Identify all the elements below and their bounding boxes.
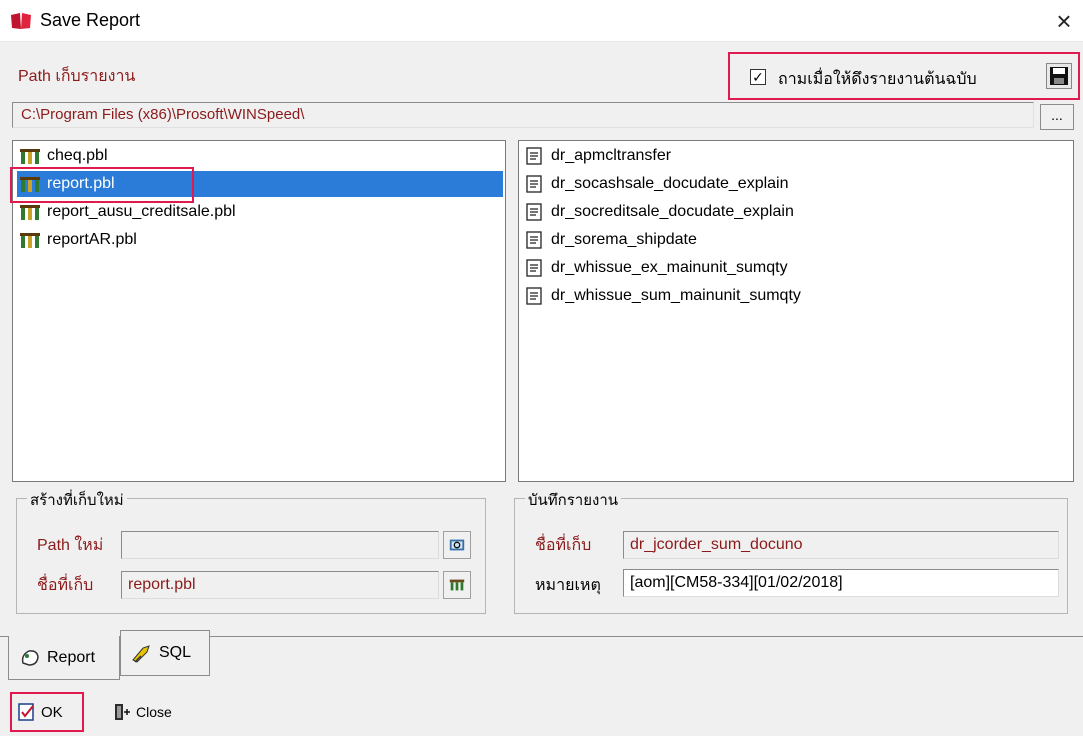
ok-button[interactable]: OK [10, 692, 84, 732]
save-report-title: บันทึกรายงาน [525, 488, 622, 512]
floppy-disk-icon [1050, 67, 1068, 85]
new-location-group: สร้างที่เก็บใหม่ Path ใหม่ ชื่อที่เก็บ r… [16, 488, 486, 614]
new-name-label: ชื่อที่เก็บ [37, 577, 94, 594]
pbl-library-icon [20, 149, 40, 164]
library-item[interactable]: report.pbl [17, 171, 503, 197]
save-report-group: บันทึกรายงาน ชื่อที่เก็บ dr_jcorder_sum_… [514, 488, 1068, 614]
report-item-label: dr_apmcltransfer [551, 147, 672, 164]
ok-label: OK [41, 703, 63, 721]
report-book-icon [11, 13, 31, 29]
report-item[interactable]: dr_sorema_shipdate [523, 227, 697, 253]
report-item-label: dr_whissue_sum_mainunit_sumqty [551, 287, 801, 304]
report-item[interactable]: dr_socreditsale_docudate_explain [523, 199, 794, 225]
report-item[interactable]: dr_socashsale_docudate_explain [523, 171, 789, 197]
library-item[interactable]: reportAR.pbl [17, 227, 503, 253]
ask-original-option: ✓ ถามเมื่อให้ดึงรายงานต้นฉบับ [728, 52, 1080, 100]
pbl-library-icon [20, 233, 40, 248]
report-name-label: ชื่อที่เก็บ [535, 537, 592, 554]
report-item-label: dr_socreditsale_docudate_explain [551, 203, 794, 220]
folder-search-icon [449, 539, 465, 551]
tab-report-label: Report [47, 648, 96, 666]
report-item[interactable]: dr_apmcltransfer [523, 143, 671, 169]
datawindow-icon [526, 231, 542, 249]
report-item-label: dr_whissue_ex_mainunit_sumqty [551, 259, 788, 276]
report-list[interactable]: dr_apmcltransfer dr_socashsale_docudate_e… [518, 140, 1074, 482]
browse-folder-button[interactable] [443, 531, 471, 559]
report-name-input[interactable]: dr_jcorder_sum_docuno [623, 531, 1059, 559]
datawindow-icon [526, 147, 542, 165]
browse-path-button[interactable]: ... [1040, 104, 1074, 130]
path-label: Path เก็บรายงาน [18, 68, 136, 85]
pbl-library-icon [20, 205, 40, 220]
sql-tab-icon [132, 645, 150, 663]
library-item-label: report.pbl [47, 175, 115, 192]
note-label: หมายเหตุ [535, 577, 601, 594]
note-input[interactable]: [aom][CM58-334][01/02/2018] [623, 569, 1059, 597]
library-list[interactable]: cheq.pbl report.pbl report_ausu_creditsale… [12, 140, 506, 482]
pbl-library-icon [20, 177, 40, 192]
ask-original-checkbox[interactable]: ✓ [750, 69, 766, 85]
library-item-label: cheq.pbl [47, 147, 108, 164]
library-item-label: report_ausu_creditsale.pbl [47, 203, 236, 220]
library-picker-button[interactable] [443, 571, 471, 599]
window-close-button[interactable]: × [1049, 6, 1079, 36]
close-button[interactable]: Close [112, 702, 172, 722]
report-tab-icon [21, 649, 39, 666]
datawindow-icon [526, 175, 542, 193]
new-name-input[interactable]: report.pbl [121, 571, 439, 599]
title-bar: Save Report × [0, 0, 1083, 42]
tab-sql[interactable]: SQL [120, 630, 210, 676]
datawindow-icon [526, 287, 542, 305]
new-path-label: Path ใหม่ [37, 537, 104, 554]
datawindow-icon [526, 203, 542, 221]
path-field[interactable]: C:\Program Files (x86)\Prosoft\WINSpeed\ [12, 102, 1034, 128]
ask-original-label: ถามเมื่อให้ดึงรายงานต้นฉบับ [778, 71, 977, 88]
report-item[interactable]: dr_whissue_sum_mainunit_sumqty [523, 283, 801, 309]
datawindow-icon [526, 259, 542, 277]
library-item[interactable]: report_ausu_creditsale.pbl [17, 199, 503, 225]
new-path-input[interactable] [121, 531, 439, 559]
library-item-label: reportAR.pbl [47, 231, 137, 248]
report-item-label: dr_sorema_shipdate [551, 231, 697, 248]
new-location-title: สร้างที่เก็บใหม่ [27, 488, 127, 512]
report-item-label: dr_socashsale_docudate_explain [551, 175, 789, 192]
save-disk-button[interactable] [1046, 63, 1072, 89]
close-label: Close [136, 704, 172, 720]
window-title: Save Report [40, 10, 141, 30]
report-item[interactable]: dr_whissue_ex_mainunit_sumqty [523, 255, 788, 281]
library-icon [449, 579, 465, 591]
exit-door-icon [115, 704, 130, 720]
library-item[interactable]: cheq.pbl [17, 143, 503, 169]
tab-report[interactable]: Report [8, 636, 120, 680]
tab-sql-label: SQL [159, 644, 192, 661]
ok-check-icon [18, 703, 34, 721]
